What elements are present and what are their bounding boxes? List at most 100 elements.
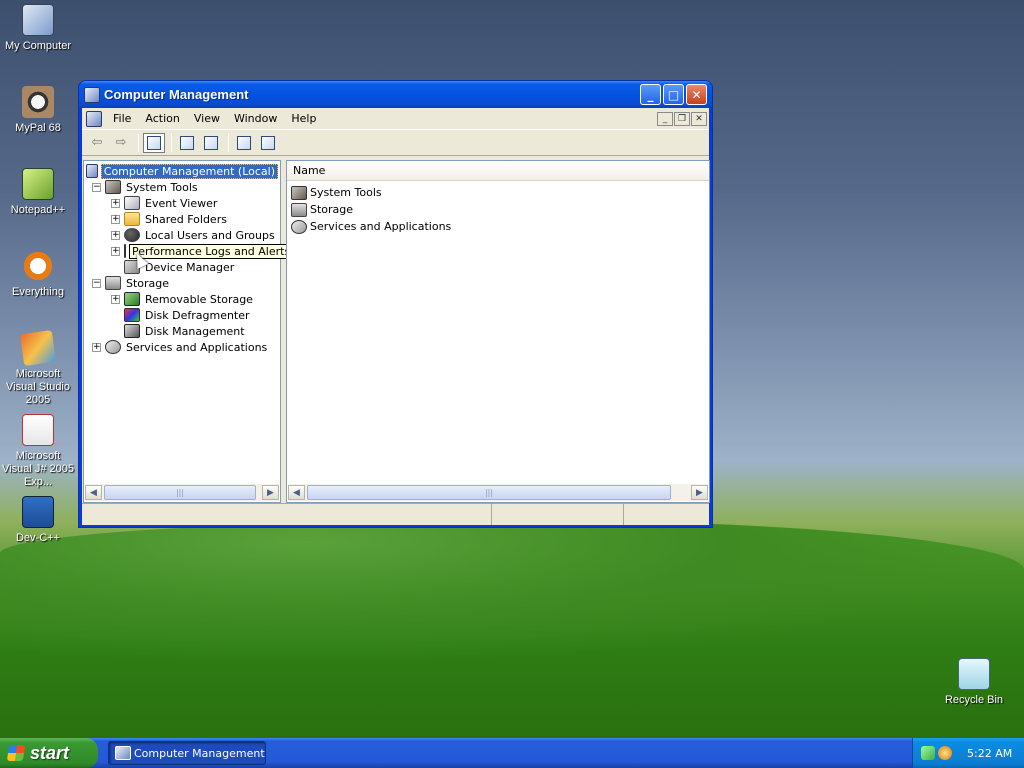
list-item[interactable]: Services and Applications	[291, 218, 705, 235]
tree-label[interactable]: System Tools	[124, 181, 200, 194]
tree-item-local-users[interactable]: + Local Users and Groups	[86, 227, 278, 243]
tree-item-device-manager[interactable]: Device Manager	[86, 259, 278, 275]
menu-view[interactable]: View	[187, 110, 227, 127]
close-button[interactable]: ✕	[686, 84, 707, 105]
collapse-icon[interactable]: −	[92, 278, 101, 288]
tree-label[interactable]: Disk Management	[143, 325, 247, 338]
performance-logs-icon	[124, 244, 126, 258]
search-tray-icon[interactable]	[938, 746, 952, 760]
window-titlebar[interactable]: Computer Management _ □ ✕	[79, 81, 712, 108]
details-pane[interactable]: Name System Tools Storage Services and A…	[286, 160, 710, 503]
computer-icon	[86, 164, 98, 178]
desktop-icon-recycle-bin[interactable]: Recycle Bin	[936, 658, 1012, 707]
tree-label[interactable]: Disk Defragmenter	[143, 309, 252, 322]
start-button[interactable]: start	[0, 738, 98, 768]
tree-label[interactable]: Storage	[124, 277, 171, 290]
toolbar-separator	[171, 133, 172, 152]
desktop-icon-dev-cpp[interactable]: Dev-C++	[0, 496, 76, 545]
system-tray: 5:22 AM	[912, 738, 1024, 768]
mypal-icon	[22, 86, 54, 118]
desktop-icon-mypal[interactable]: MyPal 68	[0, 86, 76, 135]
menu-action[interactable]: Action	[138, 110, 186, 127]
back-arrow-icon[interactable]: ⇦	[86, 133, 108, 153]
menu-window[interactable]: Window	[227, 110, 284, 127]
mmc-document-icon[interactable]	[86, 110, 102, 127]
tree-item-event-viewer[interactable]: + Event Viewer	[86, 195, 278, 211]
computer-management-window[interactable]: Computer Management _ □ ✕ File Action Vi…	[78, 80, 713, 528]
desktop-icon-label: Everything	[12, 286, 64, 298]
tree-label[interactable]: Event Viewer	[143, 197, 219, 210]
mdi-close-button[interactable]: ✕	[691, 111, 707, 126]
console-tree-pane[interactable]: Computer Management (Local) − System Too…	[83, 160, 294, 503]
list-item[interactable]: Storage	[291, 201, 705, 218]
tree-item-performance-logs[interactable]: + Performance Logs and Alerts	[86, 243, 294, 259]
local-users-icon	[124, 228, 140, 242]
collapse-icon[interactable]: −	[92, 182, 101, 192]
tree-item-storage[interactable]: − Storage	[86, 275, 278, 291]
forward-arrow-icon[interactable]: ⇨	[110, 133, 132, 153]
help-icon[interactable]	[233, 133, 255, 153]
disk-management-icon	[124, 324, 140, 338]
show-hide-console-tree-icon[interactable]	[143, 132, 165, 153]
minimize-button[interactable]: _	[640, 84, 661, 105]
tree-label[interactable]: Computer Management (Local)	[100, 163, 278, 179]
scroll-thumb[interactable]: |||	[104, 485, 256, 500]
maximize-button[interactable]: □	[663, 84, 684, 105]
desktop-icon-my-computer[interactable]: My Computer	[0, 4, 76, 53]
tree-item-disk-management[interactable]: Disk Management	[86, 323, 278, 339]
menu-file[interactable]: File	[106, 110, 138, 127]
tree-item-shared-folders[interactable]: + Shared Folders	[86, 211, 278, 227]
services-applications-icon	[105, 340, 121, 354]
list-item[interactable]: System Tools	[291, 184, 705, 201]
desktop-icon-notepad-plus-plus[interactable]: Notepad++	[0, 168, 76, 217]
tree-item-services-apps[interactable]: + Services and Applications	[86, 339, 278, 355]
network-tray-icon[interactable]	[921, 746, 935, 760]
tree-label[interactable]: Local Users and Groups	[143, 229, 277, 242]
panes-container: Computer Management (Local) − System Too…	[82, 158, 710, 503]
tree-label[interactable]: Services and Applications	[124, 341, 269, 354]
tree-label[interactable]: Removable Storage	[143, 293, 255, 306]
column-header-label: Name	[293, 164, 326, 177]
properties-icon[interactable]	[176, 133, 198, 153]
removable-storage-icon	[124, 292, 140, 306]
scroll-track[interactable]: |||	[102, 485, 262, 500]
scroll-right-arrow-icon[interactable]: ▶	[262, 485, 279, 500]
scroll-track[interactable]: |||	[305, 485, 691, 500]
tree-horizontal-scrollbar[interactable]: ◀ ||| ▶	[85, 484, 279, 501]
expand-icon[interactable]: +	[111, 230, 120, 240]
desktop-icon-visual-jsharp[interactable]: Microsoft Visual J# 2005 Exp...	[0, 414, 76, 489]
tree-item-removable-storage[interactable]: + Removable Storage	[86, 291, 278, 307]
tree-label[interactable]: Shared Folders	[143, 213, 229, 226]
expand-icon[interactable]: +	[92, 342, 101, 352]
list-horizontal-scrollbar[interactable]: ◀ ||| ▶	[288, 484, 708, 501]
tree-label[interactable]: Performance Logs and Alerts	[129, 243, 294, 259]
tree-item-disk-defragmenter[interactable]: Disk Defragmenter	[86, 307, 278, 323]
status-bar	[82, 503, 709, 525]
everything-search-icon	[22, 250, 54, 282]
expand-icon[interactable]: +	[111, 214, 120, 224]
scroll-left-arrow-icon[interactable]: ◀	[85, 485, 102, 500]
clock[interactable]: 5:22 AM	[967, 747, 1012, 760]
desktop-icon-visual-studio[interactable]: Microsoft Visual Studio 2005	[0, 329, 76, 407]
scroll-left-arrow-icon[interactable]: ◀	[288, 485, 305, 500]
expand-icon[interactable]: +	[111, 294, 120, 304]
export-list-icon[interactable]	[200, 133, 222, 153]
taskbar-button-computer-management[interactable]: Computer Management	[108, 741, 266, 765]
my-computer-icon	[22, 4, 54, 36]
tree-item-system-tools[interactable]: − System Tools	[86, 179, 278, 195]
mdi-minimize-button[interactable]: _	[657, 111, 673, 126]
tree-label[interactable]: Device Manager	[143, 261, 236, 274]
mdi-restore-button[interactable]: ❐	[674, 111, 690, 126]
status-cell	[624, 504, 704, 525]
show-hide-action-pane-icon[interactable]	[257, 133, 279, 153]
scroll-right-arrow-icon[interactable]: ▶	[691, 485, 708, 500]
expand-icon[interactable]: +	[111, 246, 120, 256]
scroll-thumb[interactable]: |||	[307, 485, 671, 500]
visual-studio-icon	[19, 329, 57, 367]
column-header-name[interactable]: Name	[287, 161, 709, 181]
expand-icon[interactable]: +	[111, 198, 120, 208]
notepad-plus-plus-icon	[22, 168, 54, 200]
tree-item-root[interactable]: Computer Management (Local)	[86, 163, 278, 179]
desktop-icon-everything[interactable]: Everything	[0, 250, 76, 299]
menu-help[interactable]: Help	[284, 110, 323, 127]
